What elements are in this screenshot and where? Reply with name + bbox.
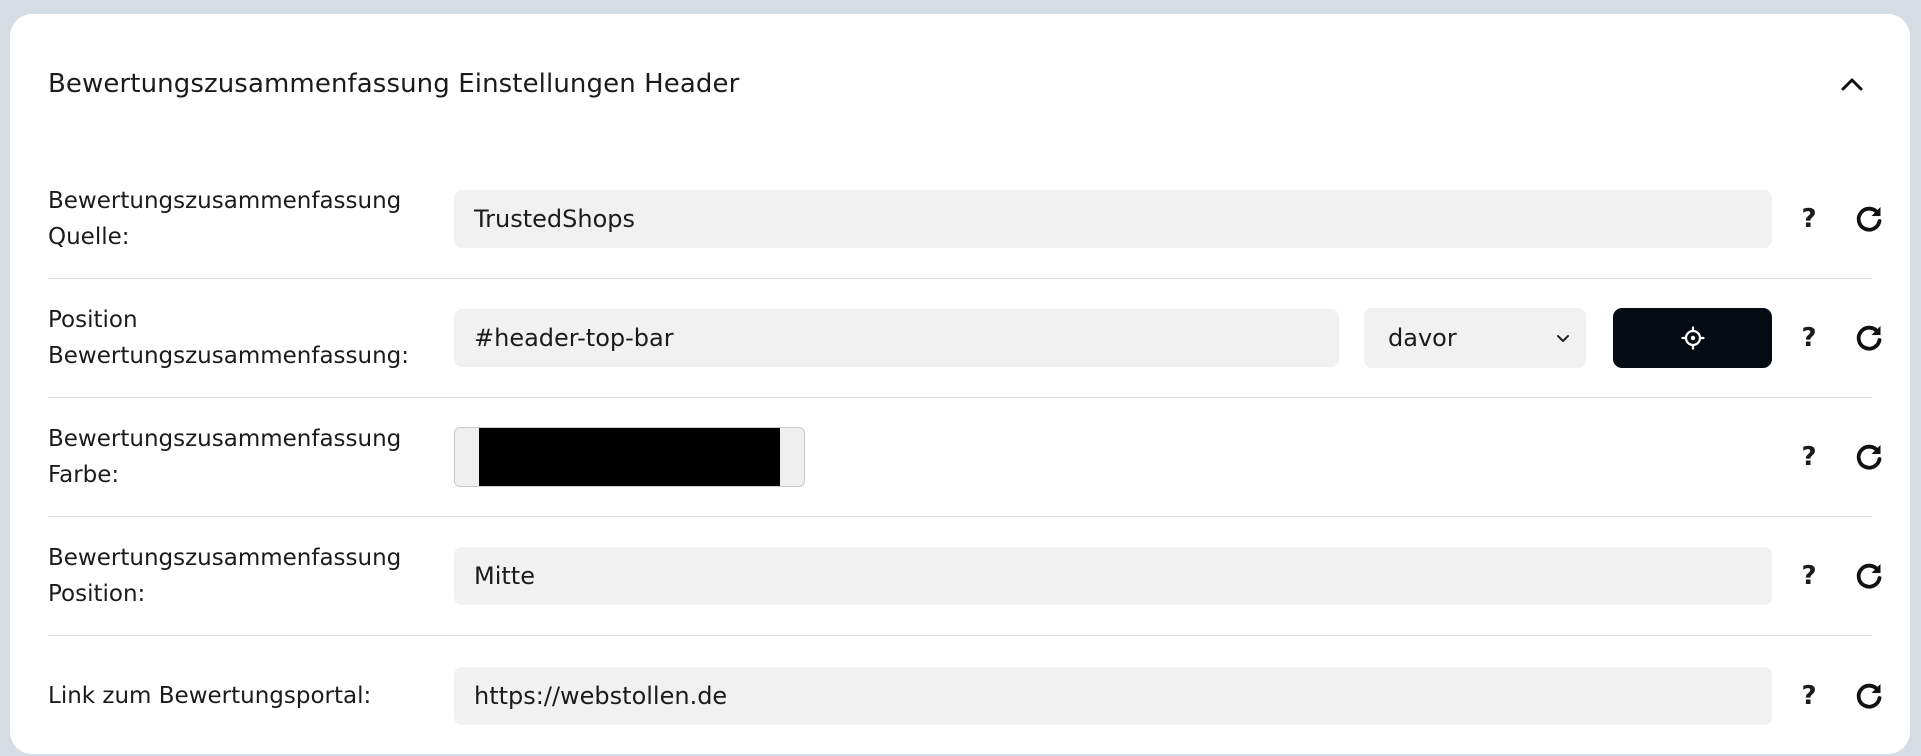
setting-label: Bewertungszusammenfassung Position: <box>48 545 402 607</box>
setting-row-source: Bewertungszusammenfassung Quelle: Truste… <box>48 160 1882 279</box>
setting-row-alignment: Bewertungszusammenfassung Position: Mitt… <box>48 517 1882 636</box>
help-button[interactable]: ? <box>1789 199 1829 239</box>
reset-button[interactable] <box>1849 676 1889 716</box>
alignment-input[interactable]: Mitte <box>454 547 1772 605</box>
source-input[interactable]: TrustedShops <box>454 190 1772 248</box>
color-swatch <box>479 428 780 486</box>
setting-label: Bewertungszusammenfassung Farbe: <box>48 426 402 488</box>
setting-label: Bewertungszusammenfassung Quelle: <box>48 188 402 250</box>
color-picker-input[interactable] <box>454 427 805 487</box>
portal-link-input[interactable]: https://webstollen.de <box>454 666 1772 725</box>
redo-icon <box>1856 563 1882 589</box>
section-header[interactable]: Bewertungszusammenfassung Einstellungen … <box>48 59 1872 109</box>
reset-button[interactable] <box>1849 199 1889 239</box>
setting-label: Link zum Bewertungsportal: <box>48 682 372 709</box>
help-button[interactable]: ? <box>1789 676 1829 716</box>
selector-input[interactable]: #header-top-bar <box>454 309 1339 367</box>
setting-row-color: Bewertungszusammenfassung Farbe: ? <box>48 398 1882 517</box>
reset-button[interactable] <box>1849 318 1889 358</box>
select-value: davor <box>1388 324 1457 352</box>
redo-icon <box>1856 444 1882 470</box>
settings-rows: Bewertungszusammenfassung Quelle: Truste… <box>48 160 1882 755</box>
reset-button[interactable] <box>1849 437 1889 477</box>
reset-button[interactable] <box>1849 556 1889 596</box>
section-title: Bewertungszusammenfassung Einstellungen … <box>48 69 740 99</box>
insert-position-select[interactable]: davor <box>1364 308 1586 368</box>
help-button[interactable]: ? <box>1789 437 1829 477</box>
element-picker-button[interactable] <box>1613 308 1772 368</box>
redo-icon <box>1856 325 1882 351</box>
help-button[interactable]: ? <box>1789 556 1829 596</box>
help-button[interactable]: ? <box>1789 318 1829 358</box>
chevron-down-icon <box>1557 335 1569 342</box>
setting-row-position-selector: Position Bewertungszusammenfassung: #hea… <box>48 279 1882 398</box>
settings-card: Bewertungszusammenfassung Einstellungen … <box>10 14 1910 754</box>
setting-label: Position Bewertungszusammenfassung: <box>48 307 410 369</box>
crosshair-icon <box>1680 326 1705 350</box>
redo-icon <box>1856 683 1882 708</box>
collapse-button[interactable] <box>1832 64 1872 104</box>
redo-icon <box>1856 206 1882 232</box>
setting-row-portal-link: Link zum Bewertungsportal: https://webst… <box>48 636 1882 755</box>
chevron-up-icon <box>1841 78 1863 91</box>
